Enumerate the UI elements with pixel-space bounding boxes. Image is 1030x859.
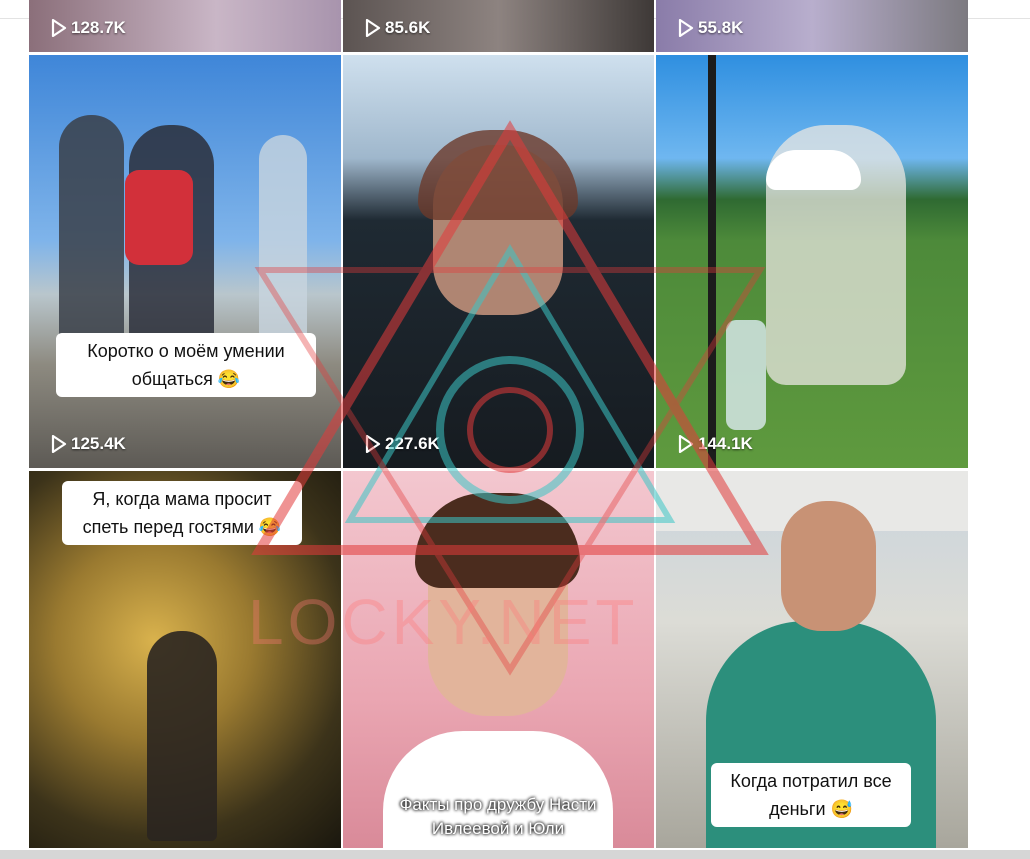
play-icon xyxy=(51,19,67,37)
video-tile[interactable]: 128.7K xyxy=(29,0,341,52)
play-icon xyxy=(51,435,67,453)
video-tile[interactable]: 227.6K xyxy=(343,55,654,468)
red-backpack xyxy=(125,170,193,265)
play-icon xyxy=(678,19,694,37)
view-count: 227.6K xyxy=(365,434,440,454)
view-count: 85.6K xyxy=(365,18,430,38)
play-icon xyxy=(678,435,694,453)
bottle xyxy=(726,320,766,430)
play-icon xyxy=(365,19,381,37)
view-count: 128.7K xyxy=(51,18,126,38)
video-tile[interactable]: 144.1K xyxy=(656,55,968,468)
horizontal-scrollbar[interactable] xyxy=(0,850,1030,859)
play-icon xyxy=(365,435,381,453)
person-figure xyxy=(259,135,307,345)
video-caption: Когда потратил все деньги 😅 xyxy=(711,763,911,827)
view-count: 55.8K xyxy=(678,18,743,38)
video-caption: Факты про дружбу Насти Ивлеевой и Юли xyxy=(399,795,597,838)
view-count: 144.1K xyxy=(678,434,753,454)
video-tile[interactable]: 55.8K xyxy=(656,0,968,52)
person-figure xyxy=(147,631,217,841)
video-tile[interactable]: Я, когда мама просит спеть перед гостями… xyxy=(29,471,341,848)
video-tile[interactable]: 85.6K xyxy=(343,0,654,52)
video-tile[interactable]: Факты про дружбу Насти Ивлеевой и Юли xyxy=(343,471,654,848)
visor xyxy=(766,150,861,190)
video-tile[interactable]: Когда потратил все деньги 😅 xyxy=(656,471,968,848)
person-face xyxy=(781,501,876,631)
video-grid: 128.7K 85.6K 55.8K Коротко о моём умении… xyxy=(29,0,968,848)
pole xyxy=(708,55,716,468)
video-caption: Коротко о моём умении общаться 😂 xyxy=(56,333,316,397)
video-tile[interactable]: Коротко о моём умении общаться 😂 125.4K xyxy=(29,55,341,468)
video-caption: Я, когда мама просит спеть перед гостями… xyxy=(62,481,302,545)
view-count: 125.4K xyxy=(51,434,126,454)
